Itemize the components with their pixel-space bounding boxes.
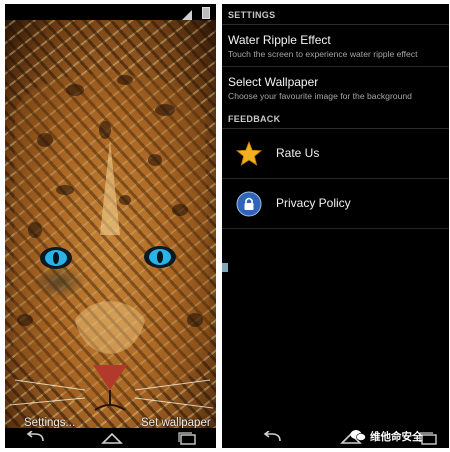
star-icon — [235, 140, 263, 171]
divider — [222, 228, 449, 229]
right-phone-screen: SETTINGS Water Ripple Effect Touch the s… — [222, 4, 449, 448]
left-eye — [40, 247, 72, 269]
pref-select-wallpaper[interactable]: Select Wallpaper Choose your favourite i… — [222, 67, 449, 107]
navigation-bar — [5, 428, 216, 448]
privacy-policy-label: Privacy Policy — [276, 196, 351, 210]
settings-section-header: SETTINGS — [222, 4, 449, 25]
recents-icon[interactable] — [177, 431, 197, 448]
right-eye — [144, 246, 176, 268]
rate-us-item[interactable]: Rate Us — [222, 129, 449, 177]
wechat-logo-icon — [350, 429, 366, 445]
pref-water-ripple-effect[interactable]: Water Ripple Effect Touch the screen to … — [222, 25, 449, 66]
settings-button[interactable]: Settings... — [24, 417, 75, 428]
back-icon[interactable] — [262, 430, 282, 448]
rate-us-label: Rate Us — [276, 146, 320, 160]
watermark-text: 维他命安全 — [370, 431, 423, 443]
lock-icon — [236, 191, 262, 222]
left-phone-screen: Settings... Set wallpaper — [5, 4, 216, 448]
pref-summary: Choose your favourite image for the back… — [228, 91, 412, 101]
pref-title: Select Wallpaper — [228, 75, 319, 89]
home-icon[interactable] — [101, 431, 123, 448]
drag-handle[interactable] — [222, 263, 228, 272]
watermark: 维他命安全 — [350, 429, 423, 445]
feedback-section-header: FEEDBACK — [222, 108, 449, 129]
battery-icon — [202, 7, 210, 19]
privacy-policy-item[interactable]: Privacy Policy — [222, 179, 449, 227]
pref-summary: Touch the screen to experience water rip… — [228, 49, 418, 59]
set-wallpaper-button[interactable]: Set wallpaper — [141, 417, 211, 428]
pref-title: Water Ripple Effect — [228, 33, 331, 47]
back-icon[interactable] — [25, 430, 45, 448]
status-bar — [5, 4, 216, 20]
leopard-wallpaper[interactable]: Settings... Set wallpaper — [5, 20, 216, 428]
